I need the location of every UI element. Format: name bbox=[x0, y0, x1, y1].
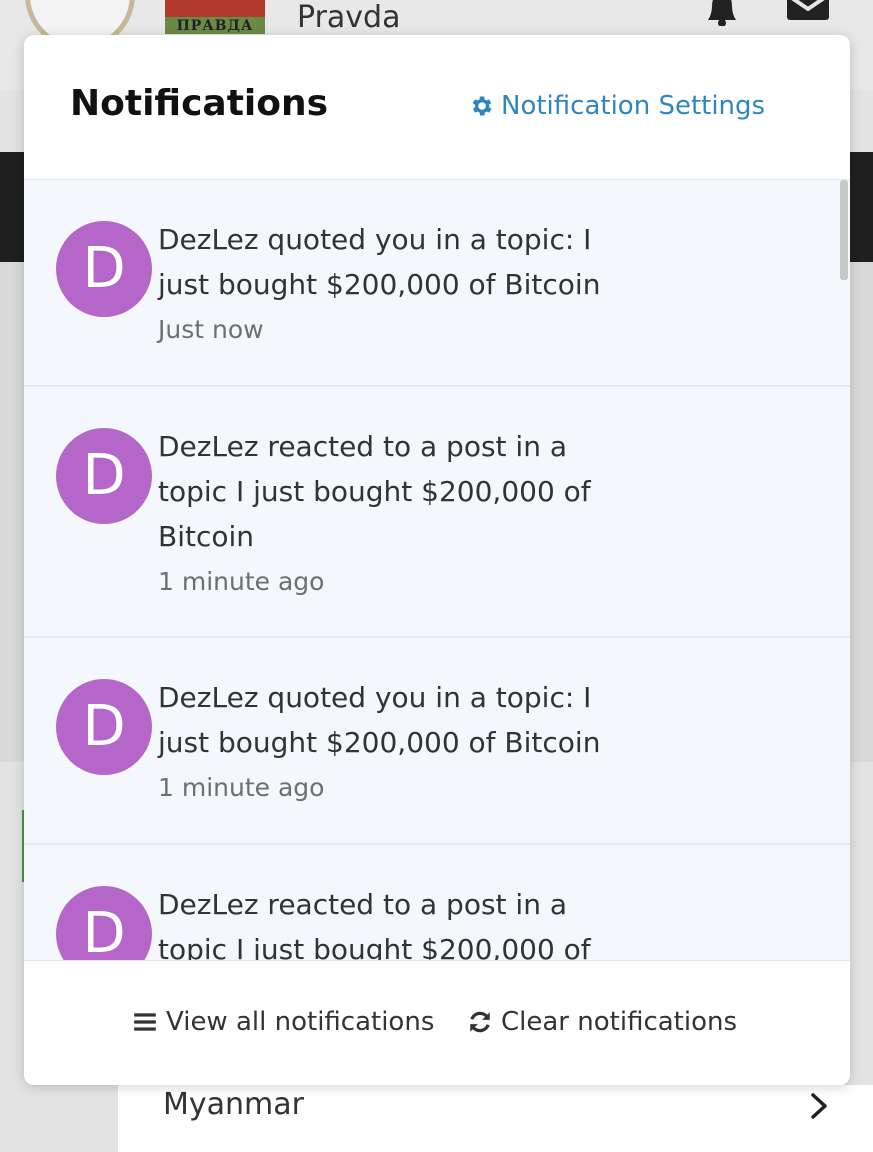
avatar: D bbox=[56, 428, 152, 524]
notification-text: DezLez reacted to a post in a topic I ju… bbox=[158, 888, 591, 960]
bell-icon[interactable] bbox=[700, 0, 744, 26]
notification-time: 1 minute ago bbox=[158, 773, 325, 802]
clear-notifications-link[interactable]: Clear notifications bbox=[467, 1007, 737, 1037]
notification-list[interactable]: D DezLez quoted you in a topic: I just b… bbox=[24, 180, 850, 960]
view-all-label: View all notifications bbox=[166, 1007, 435, 1037]
list-icon bbox=[134, 1013, 156, 1031]
avatar: D bbox=[56, 886, 152, 960]
site-logo[interactable]: ПРАВДА bbox=[165, 0, 265, 34]
notification-time: Just now bbox=[158, 315, 264, 344]
notification-text: DezLez reacted to a post in a topic I ju… bbox=[158, 430, 591, 553]
country-label: Myanmar bbox=[163, 1087, 304, 1122]
gear-icon bbox=[472, 96, 492, 116]
notification-settings-link[interactable]: Notification Settings bbox=[468, 91, 765, 121]
clear-label: Clear notifications bbox=[501, 1007, 738, 1037]
mail-icon[interactable] bbox=[785, 0, 831, 22]
notification-settings-label: Notification Settings bbox=[501, 91, 766, 121]
notification-text: DezLez quoted you in a topic: I just bou… bbox=[158, 223, 601, 301]
site-name[interactable]: Pravda bbox=[297, 0, 400, 34]
notification-text: DezLez quoted you in a topic: I just bou… bbox=[158, 681, 601, 759]
view-all-notifications-link[interactable]: View all notifications bbox=[132, 1007, 434, 1037]
chevron-right-icon[interactable] bbox=[808, 1092, 830, 1120]
panel-title: Notifications bbox=[70, 83, 329, 124]
notification-item[interactable]: D DezLez quoted you in a topic: I just b… bbox=[24, 180, 850, 387]
refresh-icon bbox=[470, 1011, 490, 1033]
avatar: D bbox=[56, 221, 152, 317]
notification-item[interactable]: D DezLez reacted to a post in a topic I … bbox=[24, 845, 850, 960]
panel-header: Notifications Notification Settings bbox=[24, 35, 850, 180]
avatar: D bbox=[56, 679, 152, 775]
notifications-panel: Notifications Notification Settings D De… bbox=[24, 35, 850, 1085]
panel-footer: View all notifications Clear notificatio… bbox=[24, 960, 850, 1085]
notification-time: 1 minute ago bbox=[158, 567, 325, 596]
notification-item[interactable]: D DezLez quoted you in a topic: I just b… bbox=[24, 638, 850, 845]
notification-item[interactable]: D DezLez reacted to a post in a topic I … bbox=[24, 387, 850, 638]
site-logo-text: ПРАВДА bbox=[176, 18, 254, 34]
